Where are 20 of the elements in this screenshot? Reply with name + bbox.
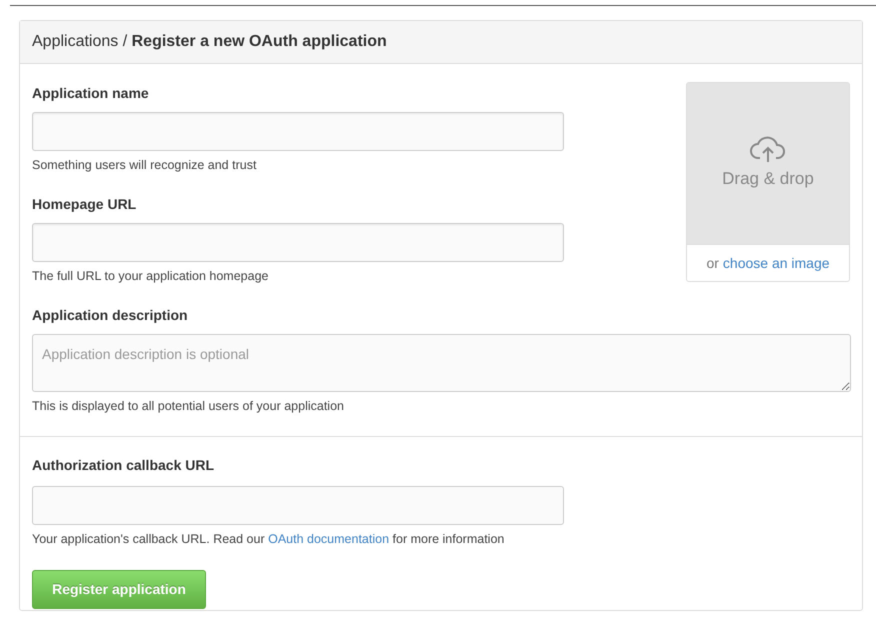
help-text: This is displayed to all potential users of your application — [32, 398, 344, 415]
field-label: Authorization callback URL — [32, 456, 214, 476]
field-label: Application name — [32, 84, 149, 103]
input-field[interactable] — [32, 112, 564, 151]
choose-image-link[interactable]: choose an image — [722, 252, 830, 274]
field-label: Application description — [32, 306, 188, 325]
documentation-link[interactable]: OAuth documentation — [268, 532, 390, 546]
page-title: Applications / Register a new OAuth application — [32, 32, 387, 52]
register-button[interactable]: Register application — [32, 570, 206, 609]
input-field[interactable] — [32, 486, 564, 526]
drop-text: Drag & drop — [722, 168, 814, 190]
help-text: Your application's callback URL. Read our OAuth documentation for more information — [32, 531, 504, 548]
or-text: or — [706, 254, 719, 272]
cloud-upload-icon — [749, 136, 787, 164]
description-field[interactable]: Application description is optional — [32, 334, 851, 392]
help-text: Something users will recognize and trust — [32, 157, 256, 174]
help-text: The full URL to your application homepage — [32, 268, 268, 285]
input-field[interactable] — [32, 222, 564, 262]
field-label: Homepage URL — [32, 194, 136, 214]
image-dropzone[interactable]: Drag & drop or choose an image — [686, 82, 850, 282]
